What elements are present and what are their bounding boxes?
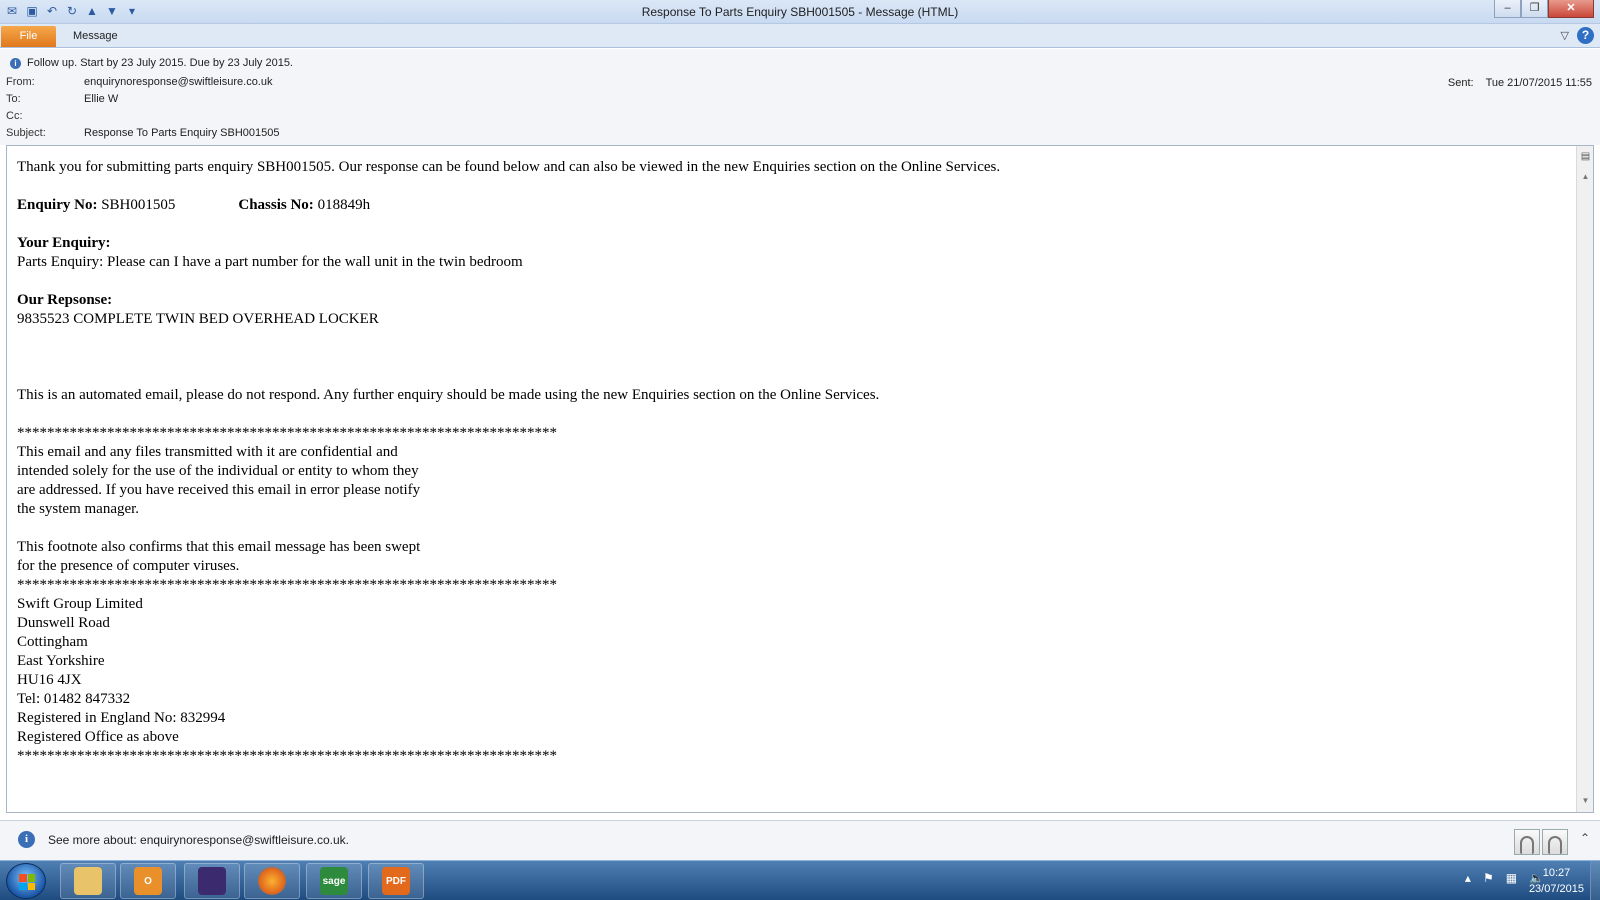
taskbar-explorer[interactable] [60,863,116,899]
your-enquiry-text: Parts Enquiry: Please can I have a part … [17,254,523,270]
subject-label: Subject: [6,127,46,139]
minimize-button[interactable]: ‒ [1494,0,1521,18]
taskbar-sage[interactable]: sage [306,863,362,899]
taskbar-outlook[interactable]: O [120,863,176,899]
sent-row: Sent: Tue 21/07/2015 11:55 [1448,77,1592,89]
pdf-icon: PDF [382,867,410,895]
sage-icon: sage [320,867,348,895]
ribbon-controls: ▽ ? [1561,27,1594,44]
info-icon: i [10,57,21,69]
clock-date: 23/07/2015 [1528,883,1584,895]
ribbon-tabs: File Message ▽ ? [0,24,1600,48]
from-value[interactable]: enquirynoresponse@swiftleisure.co.uk [84,76,272,88]
our-response-heading: Our Repsonse: [17,292,113,308]
automated-notice: This is an automated email, please do no… [17,387,880,403]
your-enquiry-heading: Your Enquiry: [17,235,111,251]
our-response-text: 9835523 COMPLETE TWIN BED OVERHEAD LOCKE… [17,311,379,327]
enquiry-no-value: SBH001505 [97,197,176,213]
subject-value: Response To Parts Enquiry SBH001505 [84,127,280,139]
virus-line: This footnote also confirms that this em… [17,539,421,555]
address-line: Swift Group Limited [17,596,143,612]
chassis-no-label: Chassis No: [238,197,314,213]
clock-time: 10:27 [1542,867,1571,879]
title-bar: ✉ ▣ ↶ ↻ ▲ ▼ ▾ Response To Parts Enquiry … [0,0,1600,24]
taskbar-firefox[interactable] [244,863,300,899]
page-view-icon[interactable]: ▤ [1579,150,1592,164]
people-avatars [1514,829,1568,855]
taskbar: O sage PDF ▴ ⚑ ▦ 🔈 10:27 23/07/2015 [0,860,1600,900]
clock[interactable]: 10:27 23/07/2015 [1529,865,1584,897]
address-line: Tel: 01482 847332 [17,691,131,707]
subject-row: Subject: Response To Parts Enquiry SBH00… [6,127,279,139]
confidential-line: intended solely for the use of the indiv… [17,463,419,479]
address-line: Registered Office as above [17,729,179,745]
chassis-no-value: 018849h [313,197,371,213]
follow-up-text: Follow up. Start by 23 July 2015. Due by… [27,57,293,69]
close-button[interactable]: ✕ [1548,0,1594,18]
network-icon[interactable]: ▦ [1506,871,1517,885]
info-icon: i [18,831,35,848]
show-desktop-button[interactable] [1590,861,1600,900]
tab-file[interactable]: File [1,26,56,47]
window-title: Response To Parts Enquiry SBH001505 - Me… [641,5,959,19]
sent-value: Tue 21/07/2015 11:55 [1485,77,1592,89]
sent-label: Sent: [1447,77,1474,89]
message-header: i Follow up. Start by 23 July 2015. Due … [0,49,1600,145]
taskbar-calculator[interactable] [184,863,240,899]
message-body-frame: Thank you for submitting parts enquiry S… [6,145,1594,813]
see-more-text[interactable]: See more about: enquirynoresponse@swiftl… [48,833,349,847]
confidential-line: are addressed. If you have received this… [17,482,421,498]
start-button[interactable] [6,863,46,899]
to-row: To: Ellie W [6,93,118,105]
taskbar-pdf[interactable]: PDF [368,863,424,899]
outlook-icon: O [134,867,162,895]
to-value[interactable]: Ellie W [84,93,118,105]
confidential-line: This email and any files transmitted wit… [17,444,398,460]
confidential-line: the system manager. [17,501,140,517]
address-line: Dunswell Road [17,615,110,631]
avatar[interactable] [1542,829,1568,855]
folder-icon [74,867,102,895]
message-body: Thank you for submitting parts enquiry S… [17,158,1557,766]
follow-up-bar[interactable]: i Follow up. Start by 23 July 2015. Due … [10,57,293,69]
separator-stars: ****************************************… [17,748,557,764]
show-hidden-icons-icon[interactable]: ▴ [1465,871,1471,885]
calculator-icon [198,867,226,895]
address-line: Registered in England No: 832994 [17,710,226,726]
tab-message[interactable]: Message [73,30,118,42]
maximize-button[interactable]: ❐ [1521,0,1548,18]
people-pane: i See more about: enquirynoresponse@swif… [0,820,1600,860]
address-line: HU16 4JX [17,672,82,688]
vertical-scrollbar[interactable]: ▤ ▲ ▼ [1576,146,1593,812]
from-label: From: [6,76,35,88]
window-controls: ‒ ❐ ✕ [1494,0,1594,18]
address-line: Cottingham [17,634,88,650]
to-label: To: [6,93,21,105]
enquiry-no-label: Enquiry No: [17,197,98,213]
separator-stars: ****************************************… [17,577,557,593]
address-line: East Yorkshire [17,653,105,669]
enquiry-details: Enquiry No: SBH001505 Chassis No: 018849h [17,196,1557,215]
avatar[interactable] [1514,829,1540,855]
scroll-up-icon[interactable]: ▲ [1579,170,1592,184]
windows-logo-icon [19,874,35,890]
separator-stars: ****************************************… [17,425,557,441]
intro-text: Thank you for submitting parts enquiry S… [17,159,1001,175]
firefox-icon [258,867,286,895]
virus-line: for the presence of computer viruses. [17,558,240,574]
chevron-up-icon[interactable]: ⌃ [1580,831,1590,845]
chevron-down-icon[interactable]: ▽ [1561,29,1569,42]
from-row: From: enquirynoresponse@swiftleisure.co.… [6,76,272,88]
help-icon[interactable]: ? [1577,27,1594,44]
scroll-down-icon[interactable]: ▼ [1579,794,1592,808]
flag-icon[interactable]: ⚑ [1483,871,1494,885]
cc-row: Cc: [6,110,84,122]
cc-label: Cc: [6,110,23,122]
